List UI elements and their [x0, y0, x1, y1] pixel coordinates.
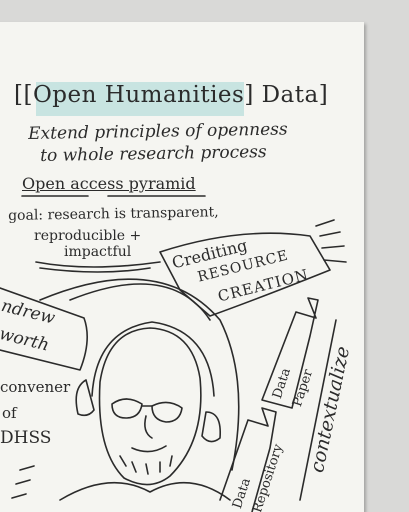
photo-stage: [[Open Humanities] Data] Extend principl… [0, 0, 409, 512]
sketch-drawing [0, 195, 347, 512]
